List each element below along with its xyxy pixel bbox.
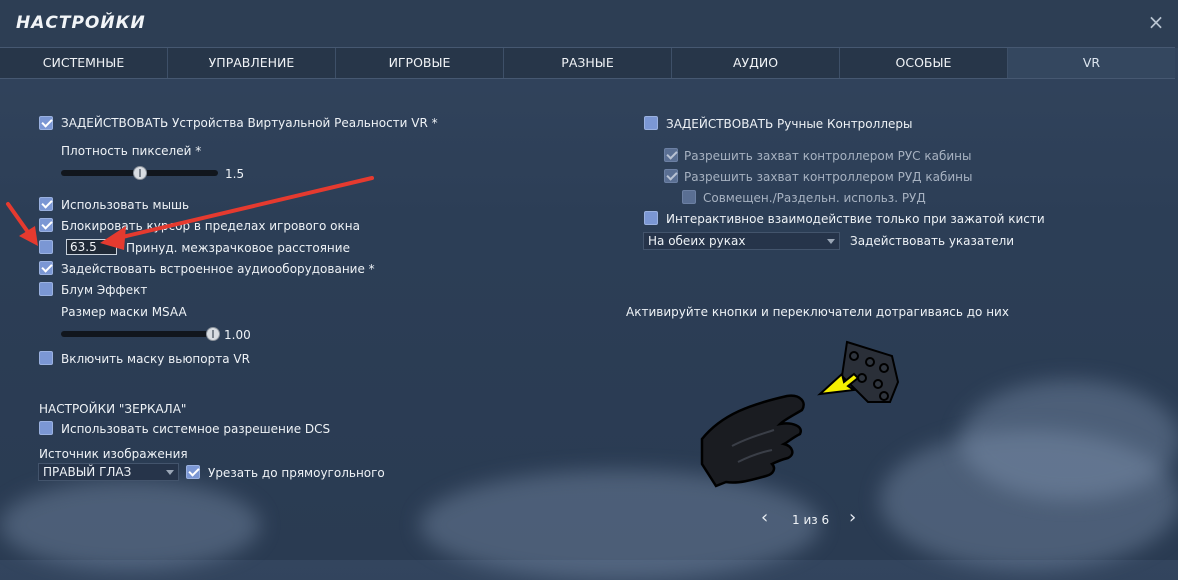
glove-touch-illustration (700, 340, 900, 488)
interactive-grip-label: Интерактивное взаимодействие только при … (666, 212, 1045, 226)
msaa-slider-thumb[interactable] (206, 327, 220, 341)
tab-gameplay[interactable]: ИГРОВЫЕ (336, 48, 504, 78)
stick-grab-checkbox[interactable] (664, 148, 678, 162)
page-indicator: 1 из 6 (792, 513, 830, 527)
lock-cursor-label: Блокировать курсор в пределах игрового о… (61, 219, 360, 233)
crop-rect-label: Урезать до прямоугольного (208, 466, 385, 480)
window-title: НАСТРОЙКИ (16, 13, 146, 33)
throttle-grab-label: Разрешить захват контроллером РУД кабины (684, 170, 973, 184)
hand-controllers-label: ЗАДЕЙСТВОВАТЬ Ручные Контроллеры (666, 117, 913, 131)
chevron-down-icon (827, 239, 835, 244)
close-icon[interactable]: × (1146, 12, 1166, 32)
enable-vr-label: ЗАДЕЙСТВОВАТЬ Устройства Виртуальной Реа… (61, 116, 438, 130)
next-page-button[interactable]: › (849, 509, 856, 527)
viewport-mask-label: Включить маску вьюпорта VR (61, 352, 250, 366)
use-mouse-checkbox[interactable] (39, 197, 53, 211)
builtin-audio-checkbox[interactable] (39, 261, 53, 275)
ipd-label: Принуд. межзрачковое расстояние (126, 241, 350, 255)
lock-cursor-checkbox[interactable] (39, 218, 53, 232)
stick-grab-label: Разрешить захват контроллером РУС кабины (684, 149, 972, 163)
image-source-label: Источник изображения (39, 447, 188, 461)
chevron-down-icon (166, 470, 174, 475)
background-cloud (960, 380, 1178, 500)
tab-controls[interactable]: УПРАВЛЕНИЕ (168, 48, 336, 78)
pixel-density-value: 1.5 (225, 167, 245, 181)
tab-misc[interactable]: РАЗНЫЕ (504, 48, 672, 78)
viewport-mask-checkbox[interactable] (39, 351, 53, 365)
pixel-density-label: Плотность пикселей * (61, 144, 202, 158)
title-bar: НАСТРОЙКИ × (0, 0, 1178, 48)
tab-system[interactable]: СИСТЕМНЫЕ (0, 48, 168, 78)
system-resolution-checkbox[interactable] (39, 421, 53, 435)
tab-bar: СИСТЕМНЫЕ УПРАВЛЕНИЕ ИГРОВЫЕ РАЗНЫЕ АУДИ… (0, 47, 1175, 79)
hands-select[interactable]: На обеих руках (643, 232, 840, 250)
image-source-value: ПРАВЫЙ ГЛАЗ (43, 465, 132, 479)
tab-special[interactable]: ОСОБЫЕ (840, 48, 1008, 78)
background-cloud (0, 480, 260, 570)
tip-text: Активируйте кнопки и переключатели дотра… (626, 305, 1009, 319)
throttle-grab-checkbox[interactable] (664, 169, 678, 183)
mirror-section-heading: НАСТРОЙКИ "ЗЕРКАЛА" (39, 402, 187, 416)
msaa-label: Размер маски MSAA (61, 305, 187, 319)
system-resolution-label: Использовать системное разрешение DCS (61, 422, 331, 436)
hand-controllers-checkbox[interactable] (644, 116, 658, 130)
combined-throttle-label: Совмещен./Раздельн. использ. РУД (703, 191, 926, 205)
combined-throttle-checkbox[interactable] (682, 190, 696, 204)
hands-select-value: На обеих руках (648, 234, 746, 248)
tab-vr[interactable]: VR (1008, 48, 1175, 78)
crop-rect-checkbox[interactable] (186, 465, 200, 479)
pointers-label: Задействовать указатели (850, 234, 1015, 248)
enable-vr-checkbox[interactable] (39, 116, 53, 130)
bloom-label: Блум Эффект (61, 283, 148, 297)
image-source-select[interactable]: ПРАВЫЙ ГЛАЗ (38, 463, 179, 481)
msaa-slider[interactable] (61, 331, 218, 337)
bloom-checkbox[interactable] (39, 282, 53, 296)
tab-audio[interactable]: АУДИО (672, 48, 840, 78)
pixel-density-slider-thumb[interactable] (133, 166, 147, 180)
prev-page-button[interactable]: ‹ (761, 509, 768, 527)
ipd-input[interactable]: 63.5 (66, 239, 117, 255)
interactive-grip-checkbox[interactable] (644, 211, 658, 225)
ipd-checkbox[interactable] (39, 240, 53, 254)
use-mouse-label: Использовать мышь (61, 198, 190, 212)
builtin-audio-label: Задействовать встроенное аудиооборудован… (61, 262, 375, 276)
msaa-value: 1.00 (224, 328, 251, 342)
